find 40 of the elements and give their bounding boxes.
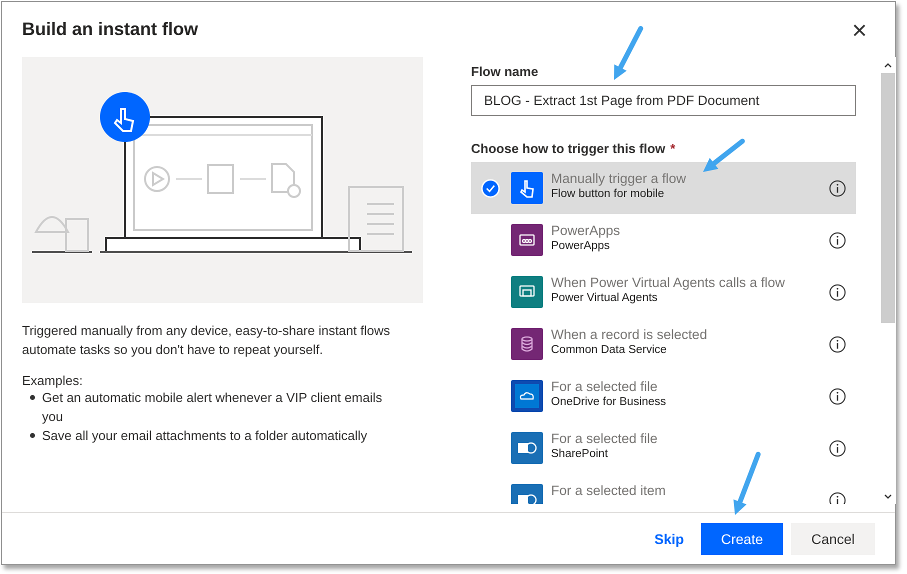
option-subtitle: Power Virtual Agents	[551, 292, 659, 304]
trigger-option[interactable]: For a selected file SharePoint	[471, 422, 856, 474]
required-mark: *	[670, 141, 676, 156]
trigger-option[interactable]: For a selected file OneDrive for Business	[471, 370, 856, 422]
option-title: For a selected file	[551, 431, 659, 446]
info-icon[interactable]	[829, 284, 846, 300]
field-label: Flow name	[471, 64, 540, 79]
option-subtitle: PowerApps	[551, 240, 611, 252]
trigger-option[interactable]: When Power Virtual Agents calls a flow Power Virtual Agents	[471, 266, 856, 318]
option-title: Manually trigger a flow	[551, 171, 688, 186]
trigger-option[interactable]: PowerApps PowerApps	[471, 214, 856, 266]
option-subtitle: Flow button for mobile	[551, 188, 666, 200]
option-subtitle: SharePoint	[551, 448, 609, 460]
info-icon[interactable]	[829, 336, 846, 352]
skip-link[interactable]: Skip	[645, 522, 693, 554]
info-icon[interactable]	[829, 232, 846, 248]
info-icon[interactable]	[829, 180, 846, 196]
cancel-button[interactable]: Cancel	[791, 522, 875, 554]
info-icon[interactable]	[829, 492, 846, 504]
option-subtitle: OneDrive for Business	[551, 396, 668, 408]
info-icon[interactable]	[829, 440, 846, 456]
example-item: Save all your email attachments to a folder automatically	[30, 426, 400, 445]
option-title: When a record is selected	[551, 327, 708, 342]
option-title: For a selected file	[551, 379, 659, 394]
trigger-option[interactable]: When a record is selected Common Data Service	[471, 318, 856, 370]
field-label: Choose how to trigger this flow	[471, 141, 666, 156]
trigger-option[interactable]: Manually trigger a flow Flow button for mobile	[471, 162, 856, 214]
option-subtitle: Common Data Service	[551, 344, 668, 356]
info-icon[interactable]	[829, 388, 846, 404]
check-icon	[481, 178, 500, 198]
examples-label: Examples:	[22, 373, 84, 388]
example-item: Get an automatic mobile alert whenever a VIP client emails you	[30, 388, 400, 426]
option-title: When Power Virtual Agents calls a flow	[551, 275, 786, 290]
option-title: For a selected item	[551, 483, 667, 498]
dialog-title: Build an instant flow	[22, 19, 198, 40]
flow-name-input[interactable]: BLOG - Extract 1st Page from PDF Document	[471, 85, 856, 116]
close-button[interactable]: ×	[852, 16, 867, 42]
option-title: PowerApps	[551, 223, 622, 238]
create-button[interactable]: Create	[701, 522, 783, 554]
description-text: Triggered manually from any device, easy-to-share instant flows automate tasks so you don't have to repeat yourself.	[22, 322, 392, 359]
